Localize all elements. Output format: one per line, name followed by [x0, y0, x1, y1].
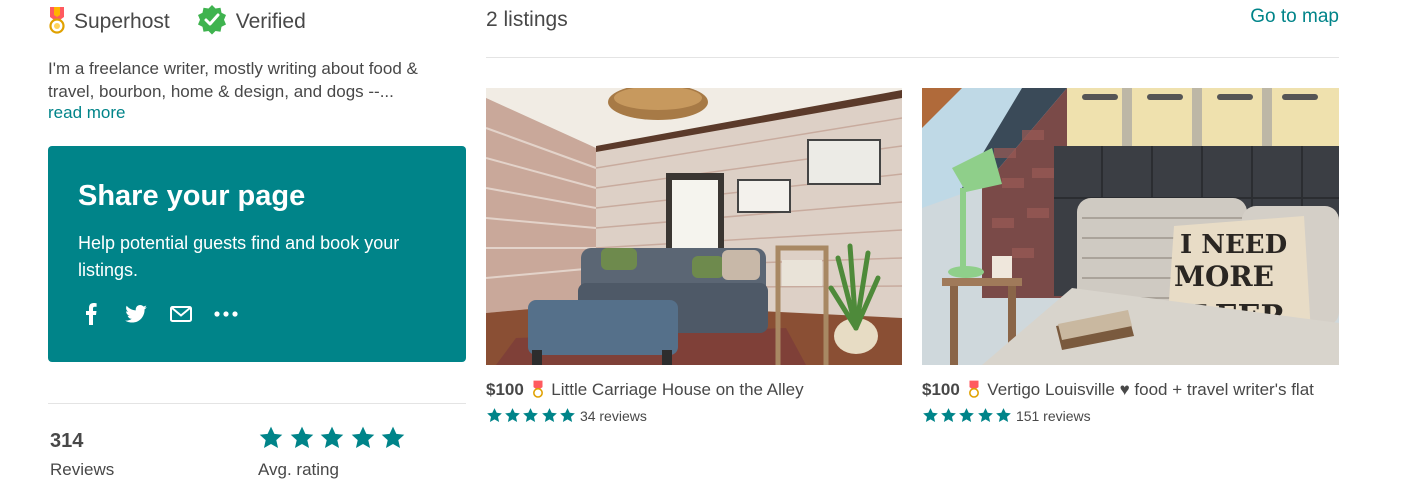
listing-rating: 151 reviews — [922, 407, 1339, 424]
star-icon — [505, 408, 521, 423]
read-more-link[interactable]: read more — [48, 103, 125, 123]
reviews-label: Reviews — [50, 460, 115, 479]
listing-rating: 34 reviews — [486, 407, 902, 424]
star-icon — [381, 426, 405, 448]
avg-rating-stars — [258, 425, 411, 451]
star-icon — [995, 408, 1011, 423]
reviews-count: 314 — [50, 430, 84, 452]
listing-meta: $100 Little Carriage House on the Alley — [486, 377, 902, 405]
stats-divider — [48, 403, 466, 404]
share-subtitle: Help potential guests find and book your… — [78, 233, 400, 280]
go-to-map-link[interactable]: Go to map — [1250, 6, 1339, 28]
share-icons — [78, 303, 258, 325]
listings-column: 2 listings Go to map $100 Little Carriag… — [486, 0, 1339, 487]
star-icon — [290, 426, 313, 448]
superhost-medal-icon — [532, 380, 544, 405]
svg-text:I NEED: I NEED — [1180, 230, 1287, 260]
listing-card[interactable]: I NEED MORE SLEEP $100 Vertigo Louisvill… — [922, 88, 1339, 424]
star-icon — [923, 408, 938, 423]
svg-text:MORE: MORE — [1174, 260, 1274, 293]
listing-card[interactable]: $100 Little Carriage House on the Alley … — [486, 88, 902, 424]
superhost-medal-icon — [968, 380, 980, 405]
avg-rating-label: Avg. rating — [258, 460, 339, 479]
star-icon — [351, 426, 374, 448]
listing-reviews: 34 reviews — [579, 407, 647, 424]
listings-count: 2 listings — [486, 8, 568, 31]
star-icon — [523, 408, 539, 423]
star-icon — [259, 426, 283, 448]
listing-photo-living-room[interactable] — [486, 88, 902, 365]
listing-price: $100 — [922, 380, 960, 399]
star-icon — [541, 408, 557, 423]
superhost-label: Superhost — [74, 10, 170, 33]
listing-stars — [486, 407, 577, 424]
facebook-icon[interactable] — [78, 303, 104, 325]
verified-label: Verified — [235, 10, 306, 33]
email-icon[interactable] — [168, 303, 194, 325]
listing-meta: $100 Vertigo Louisville ♥ food + travel … — [922, 377, 1339, 405]
star-icon — [941, 408, 957, 423]
star-icon — [977, 408, 993, 423]
twitter-icon[interactable] — [123, 303, 149, 325]
listing-reviews: 151 reviews — [1015, 407, 1091, 424]
star-icon — [320, 426, 344, 448]
listing-stars — [922, 407, 1013, 424]
listing-title: Little Carriage House on the Alley — [551, 380, 804, 399]
more-icon[interactable] — [213, 303, 239, 325]
superhost-medal-icon — [48, 6, 66, 39]
share-page-card: Share your page Help potential guests fi… — [48, 146, 466, 362]
host-bio: I'm a freelance writer, mostly writing a… — [48, 59, 418, 101]
star-icon — [487, 408, 502, 423]
superhost-badge: Superhost — [48, 6, 170, 39]
listings-divider — [486, 57, 1339, 58]
share-title: Share your page — [78, 180, 306, 212]
verified-badge: Verified — [196, 4, 306, 41]
listing-price: $100 — [486, 380, 524, 399]
star-icon — [559, 408, 575, 423]
listing-photo-bedroom[interactable]: I NEED MORE SLEEP — [922, 88, 1339, 365]
verified-check-icon — [196, 4, 228, 41]
host-badges: Superhost Verified — [48, 4, 332, 41]
listing-title: Vertigo Louisville ♥ food + travel write… — [987, 380, 1314, 399]
star-icon — [959, 408, 975, 423]
